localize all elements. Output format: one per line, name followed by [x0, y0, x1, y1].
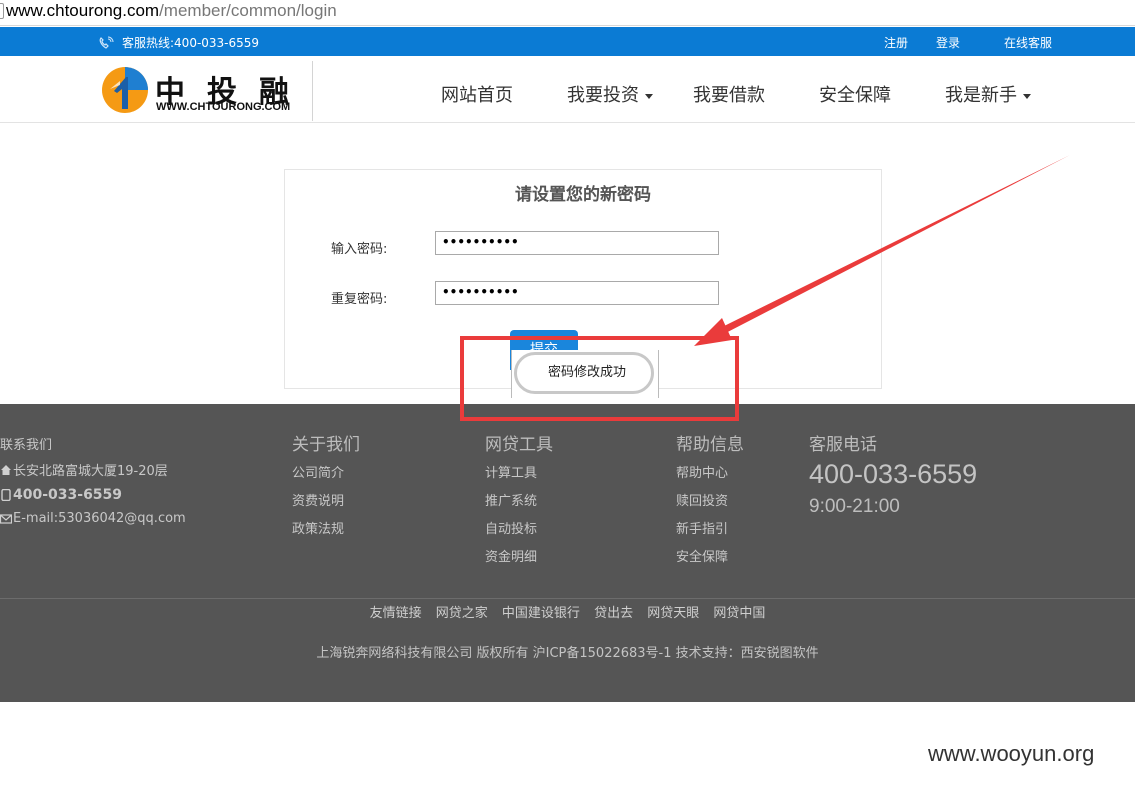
tools-heading: 网贷工具 [485, 435, 553, 455]
contact-address-row: 长安北路富城大厦19-20层 [0, 460, 186, 479]
footer-about: 关于我们 公司简介 资费说明 政策法规 [292, 430, 360, 549]
page-icon [0, 3, 4, 19]
footer-link[interactable]: 计算工具 [485, 465, 553, 483]
friend-link[interactable]: 网贷中国 [713, 606, 765, 621]
annotation-box [460, 336, 739, 421]
nav-borrow[interactable]: 我要借款 [693, 81, 819, 107]
hotline-text: 客服热线:400-033-6559 [122, 36, 260, 50]
site-logo[interactable]: 中投融 WWW.CHTOURONG.COM [100, 61, 315, 121]
contact-address: 长安北路富城大厦19-20层 [13, 464, 168, 479]
nav-invest[interactable]: 我要投资 [567, 81, 693, 107]
logo-divider [312, 61, 313, 121]
password-input[interactable]: •••••••••• [435, 231, 719, 255]
friend-link[interactable]: 中国建设银行 [502, 606, 580, 621]
footer-link[interactable]: 自动投标 [485, 521, 553, 539]
friend-links: 友情链接 网贷之家 中国建设银行 贷出去 网贷天眼 网贷中国 [0, 602, 1135, 621]
nav-newbie-label: 我是新手 [945, 85, 1017, 106]
nav-security[interactable]: 安全保障 [819, 81, 945, 107]
browser-address-bar[interactable]: www.chtourong.com/member/common/login [0, 0, 1135, 26]
nav-newbie[interactable]: 我是新手 [945, 81, 1031, 107]
main-nav: 网站首页 我要投资 我要借款 安全保障 我是新手 [441, 81, 1031, 107]
phone-icon [99, 36, 114, 49]
nav-home-label: 网站首页 [441, 85, 513, 106]
footer-help: 帮助信息 帮助中心 赎回投资 新手指引 安全保障 [676, 430, 744, 577]
watermark: www.wooyun.org [928, 741, 1095, 766]
footer-link[interactable]: 公司简介 [292, 465, 360, 483]
about-heading: 关于我们 [292, 435, 360, 455]
friend-links-label: 友情链接 [369, 606, 422, 621]
online-service-link[interactable]: 在线客服 [1004, 34, 1052, 51]
chevron-down-icon [1023, 93, 1031, 99]
footer-link[interactable]: 推广系统 [485, 493, 553, 511]
site-header: 中投融 WWW.CHTOURONG.COM 网站首页 我要投资 我要借款 安全保… [0, 56, 1135, 123]
top-strip: 客服热线:400-033-6559 注册 登录 在线客服 [0, 27, 1135, 56]
password-label: 输入密码: [331, 242, 388, 257]
site-footer: 联系我们 长安北路富城大厦19-20层 400-033-6559 E-mail:… [0, 404, 1135, 702]
footer-link[interactable]: 新手指引 [676, 521, 744, 539]
logo-mark-icon [102, 67, 148, 113]
hotline: 客服热线:400-033-6559 [98, 34, 259, 51]
footer-link[interactable]: 帮助中心 [676, 465, 744, 483]
panel-title: 请设置您的新密码 [515, 185, 651, 205]
footer-link[interactable]: 赎回投资 [676, 493, 744, 511]
friend-link[interactable]: 网贷之家 [436, 606, 488, 621]
footer-link[interactable]: 资费说明 [292, 493, 360, 511]
contact-email[interactable]: E-mail:53036042@qq.com [13, 511, 186, 526]
footer-tools: 网贷工具 计算工具 推广系统 自动投标 资金明细 [485, 430, 553, 577]
url-path: /member/common/login [159, 1, 337, 20]
top-links: 注册 登录 在线客服 [884, 34, 1052, 51]
contact-heading: 联系我们 [0, 438, 53, 453]
contact-email-row: E-mail:53036042@qq.com [0, 511, 186, 526]
mobile-icon [1, 489, 11, 501]
service-hours: 9:00-21:00 [809, 496, 900, 517]
home-icon [1, 464, 11, 475]
nav-borrow-label: 我要借款 [693, 85, 765, 106]
nav-invest-label: 我要投资 [567, 85, 639, 106]
nav-security-label: 安全保障 [819, 85, 891, 106]
register-link[interactable]: 注册 [884, 34, 908, 51]
logo-text-en: WWW.CHTOURONG.COM [156, 101, 291, 113]
confirm-password-label: 重复密码: [331, 292, 388, 307]
mail-icon [0, 513, 12, 524]
footer-divider [0, 598, 1135, 599]
footer-link[interactable]: 资金明细 [485, 549, 553, 567]
contact-phone-row: 400-033-6559 [0, 487, 186, 503]
chevron-down-icon [645, 93, 653, 99]
service-phone: 400-033-6559 [809, 459, 978, 489]
footer-contact: 联系我们 长安北路富城大厦19-20层 400-033-6559 E-mail:… [0, 434, 186, 534]
friend-link[interactable]: 网贷天眼 [647, 606, 699, 621]
nav-home[interactable]: 网站首页 [441, 81, 567, 107]
confirm-password-input[interactable]: •••••••••• [435, 281, 719, 305]
friend-link[interactable]: 贷出去 [594, 606, 633, 621]
footer-link[interactable]: 政策法规 [292, 521, 360, 539]
login-link[interactable]: 登录 [936, 34, 960, 51]
copyright: 上海锐奔网络科技有限公司 版权所有 沪ICP备15022683号-1 技术支持：… [316, 646, 819, 661]
footer-service: 客服电话 400-033-6559 9:00-21:00 [809, 430, 977, 518]
url-host: www.chtourong.com [6, 1, 160, 20]
help-heading: 帮助信息 [676, 435, 744, 455]
service-heading: 客服电话 [809, 435, 877, 455]
contact-phone: 400-033-6559 [13, 487, 123, 503]
footer-link[interactable]: 安全保障 [676, 549, 744, 567]
